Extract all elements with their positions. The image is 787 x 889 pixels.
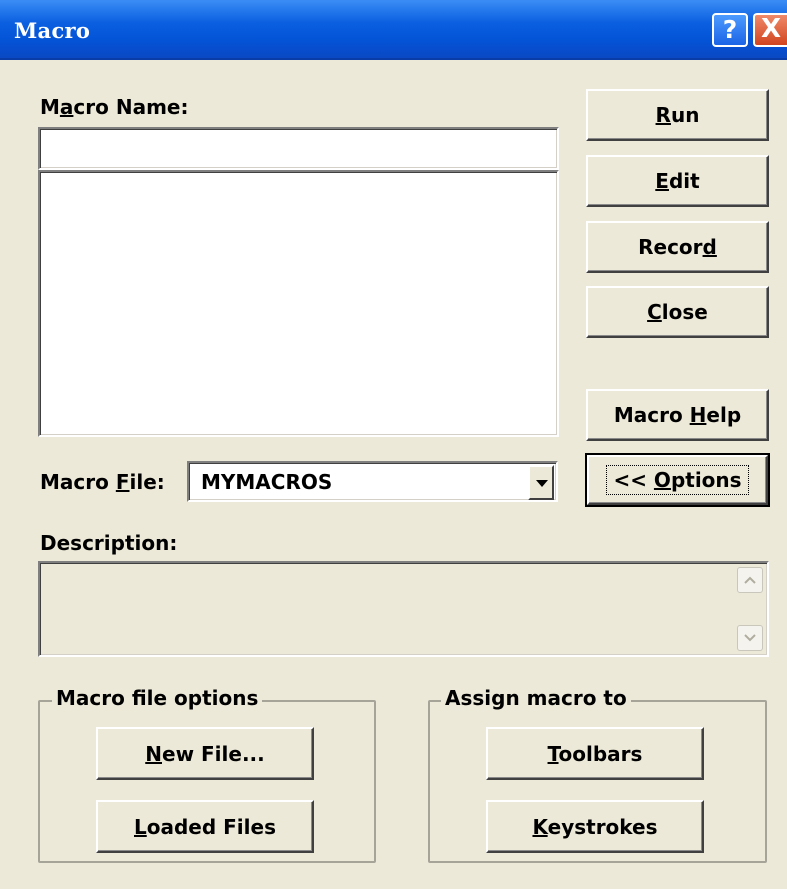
macro-help-button[interactable]: Macro Help: [586, 389, 769, 441]
loaded-files-button[interactable]: Loaded Files: [96, 800, 314, 853]
macro-file-value: MYMACROS: [201, 470, 333, 494]
description-scrollbar[interactable]: [737, 565, 765, 653]
help-button[interactable]: ?: [712, 13, 748, 47]
keystrokes-button[interactable]: Keystrokes: [486, 800, 704, 853]
question-icon: ?: [722, 15, 738, 44]
record-button[interactable]: Record: [586, 221, 769, 273]
macro-file-label: Macro File:: [40, 470, 165, 494]
close-window-button[interactable]: X: [753, 13, 787, 47]
assign-macro-to-legend: Assign macro to: [441, 686, 631, 710]
title-bar[interactable]: Macro ? X: [0, 0, 787, 60]
macro-dialog: Macro ? X Macro Name: Macro File: MYMACR…: [0, 0, 787, 889]
scroll-up-button[interactable]: [737, 567, 763, 593]
scroll-down-button[interactable]: [737, 625, 763, 651]
window-title: Macro: [14, 18, 91, 43]
chevron-down-icon: [744, 634, 756, 642]
new-file-button[interactable]: New File...: [96, 727, 314, 780]
dropdown-button[interactable]: [528, 465, 554, 500]
close-button[interactable]: Close: [586, 286, 769, 338]
chevron-down-icon: [536, 480, 548, 487]
chevron-up-icon: [744, 576, 756, 584]
macro-name-label: Macro Name:: [40, 95, 189, 119]
close-icon: X: [760, 14, 782, 44]
macro-list[interactable]: [38, 170, 559, 437]
options-button[interactable]: << Options: [585, 453, 770, 507]
description-label: Description:: [40, 531, 178, 555]
macro-name-input[interactable]: [38, 127, 559, 170]
edit-button[interactable]: Edit: [586, 155, 769, 207]
run-button[interactable]: Run: [586, 89, 769, 141]
description-field[interactable]: [38, 561, 769, 657]
macro-file-options-legend: Macro file options: [52, 686, 263, 710]
macro-file-select[interactable]: MYMACROS: [187, 461, 558, 502]
toolbars-button[interactable]: Toolbars: [486, 727, 704, 780]
